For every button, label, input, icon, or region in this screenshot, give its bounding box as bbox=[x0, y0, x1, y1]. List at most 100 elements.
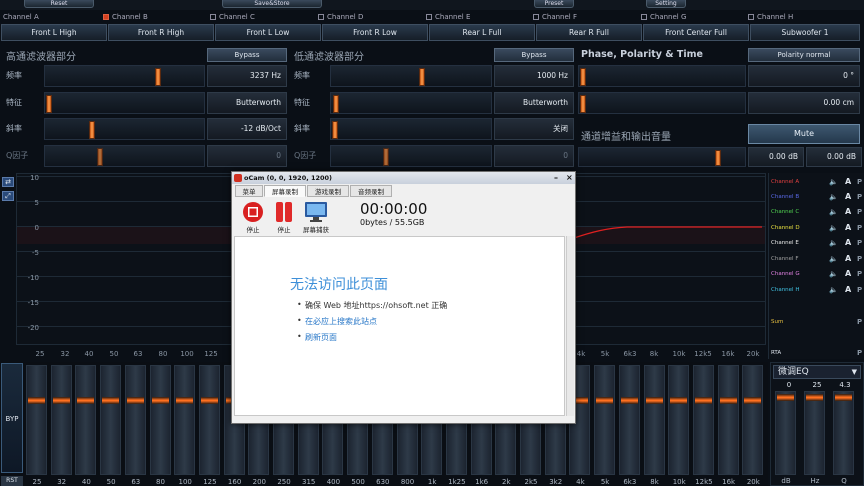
hpf-type-value[interactable]: Butterworth bbox=[207, 92, 287, 114]
sum-p-toggle[interactable]: P bbox=[857, 315, 862, 329]
slider-thumb[interactable] bbox=[580, 95, 586, 113]
eq-reset-button[interactable]: RST bbox=[1, 476, 23, 486]
checkbox-icon[interactable] bbox=[318, 14, 324, 20]
output-rear-l-full[interactable]: Rear L Full bbox=[429, 24, 535, 41]
slider-thumb[interactable] bbox=[89, 121, 95, 139]
rta-p-toggle[interactable]: P bbox=[857, 346, 862, 360]
lpf-bypass-button[interactable]: Bypass bbox=[494, 48, 574, 62]
eq-fader-20k[interactable] bbox=[742, 365, 764, 475]
hpf-bypass-button[interactable]: Bypass bbox=[207, 48, 287, 62]
fader-thumb[interactable] bbox=[670, 397, 688, 404]
legend-item-c[interactable]: Channel C 🔈 A P bbox=[771, 205, 864, 219]
speaker-icon[interactable]: 🔈 bbox=[829, 283, 838, 297]
output-front-l-low[interactable]: Front L Low bbox=[215, 24, 321, 41]
screen-capture-icon[interactable] bbox=[304, 201, 328, 223]
speaker-icon[interactable]: 🔈 bbox=[829, 252, 838, 266]
fine-eq-q-value[interactable]: 4.3 bbox=[831, 381, 859, 389]
legend-rta[interactable]: RTA P bbox=[771, 346, 864, 360]
eq-fader-8k[interactable] bbox=[643, 365, 665, 475]
eq-fader-16k[interactable] bbox=[717, 365, 739, 475]
fader-thumb[interactable] bbox=[777, 394, 794, 401]
slider-thumb[interactable] bbox=[155, 68, 161, 86]
eq-fader-25[interactable] bbox=[26, 365, 47, 475]
slider-thumb[interactable] bbox=[715, 150, 721, 166]
ocam-window[interactable]: oCam (0, 0, 1920, 1200) – × 菜单 屏幕录制 游戏录制… bbox=[231, 171, 576, 424]
legend-item-b[interactable]: Channel B 🔈 A P bbox=[771, 190, 864, 204]
lpf-slope-slider[interactable] bbox=[330, 118, 492, 140]
reset-button[interactable]: Reset bbox=[24, 0, 94, 8]
gain-slider[interactable] bbox=[578, 147, 746, 167]
pause-icon[interactable] bbox=[273, 201, 295, 223]
legend-item-d[interactable]: Channel D 🔈 A P bbox=[771, 221, 864, 235]
fader-thumb[interactable] bbox=[28, 397, 45, 404]
slider-thumb[interactable] bbox=[419, 68, 425, 86]
checkbox-icon[interactable] bbox=[533, 14, 539, 20]
channel-tab-g[interactable]: Channel G bbox=[641, 11, 686, 23]
phase-angle-slider[interactable] bbox=[578, 65, 746, 87]
slider-thumb[interactable] bbox=[97, 148, 103, 166]
slider-thumb[interactable] bbox=[46, 95, 52, 113]
hpf-slope-value[interactable]: -12 dB/Oct bbox=[207, 118, 287, 140]
slider-thumb[interactable] bbox=[332, 121, 338, 139]
polarity-button[interactable]: Polarity normal bbox=[748, 48, 860, 62]
fader-thumb[interactable] bbox=[200, 397, 218, 404]
tab-audio-record[interactable]: 音频录制 bbox=[350, 185, 392, 197]
refresh-link[interactable]: • 刷新页面 bbox=[297, 332, 337, 343]
lpf-freq-value[interactable]: 1000 Hz bbox=[494, 65, 574, 87]
fader-thumb[interactable] bbox=[645, 397, 663, 404]
fader-thumb[interactable] bbox=[151, 397, 169, 404]
close-icon[interactable]: × bbox=[566, 172, 573, 184]
legend-a-toggle[interactable]: A bbox=[845, 267, 851, 281]
fine-eq-freq-value[interactable]: 25 bbox=[803, 381, 831, 389]
link-icon[interactable]: ⤢ bbox=[2, 191, 14, 201]
hpf-freq-slider[interactable] bbox=[44, 65, 205, 87]
save-store-button[interactable]: Save&Store bbox=[222, 0, 322, 8]
speaker-icon[interactable]: 🔈 bbox=[829, 267, 838, 281]
hpf-q-slider[interactable] bbox=[44, 145, 205, 167]
phase-angle-value[interactable]: 0 ° bbox=[748, 65, 860, 87]
gain-value-2[interactable]: 0.00 dB bbox=[806, 147, 862, 167]
channel-tab-b[interactable]: Channel B bbox=[103, 11, 148, 23]
legend-a-toggle[interactable]: A bbox=[845, 221, 851, 235]
eq-fader-100[interactable] bbox=[174, 365, 196, 475]
channel-tab-c[interactable]: Channel C bbox=[210, 11, 255, 23]
tab-screen-record[interactable]: 屏幕录制 bbox=[264, 185, 306, 197]
mute-button[interactable]: Mute bbox=[748, 124, 860, 144]
fader-thumb[interactable] bbox=[176, 397, 194, 404]
eq-fader-40[interactable] bbox=[75, 365, 97, 475]
legend-a-toggle[interactable]: A bbox=[845, 252, 851, 266]
channel-tab-f[interactable]: Channel F bbox=[533, 11, 577, 23]
gain-value-1[interactable]: 0.00 dB bbox=[748, 147, 804, 167]
legend-p-toggle[interactable]: P bbox=[857, 205, 862, 219]
legend-sum[interactable]: Sum P bbox=[771, 315, 864, 329]
eq-fader-63[interactable] bbox=[124, 365, 146, 475]
eq-fader-125[interactable] bbox=[198, 365, 220, 475]
legend-a-toggle[interactable]: A bbox=[845, 190, 851, 204]
legend-p-toggle[interactable]: P bbox=[857, 283, 862, 297]
eq-fader-5k[interactable] bbox=[594, 365, 616, 475]
eq-fader-50[interactable] bbox=[100, 365, 122, 475]
channel-tab-a[interactable]: Channel A bbox=[3, 11, 39, 23]
checkbox-icon[interactable] bbox=[103, 14, 109, 20]
channel-tab-h[interactable]: Channel H bbox=[748, 11, 793, 23]
eq-fader-32[interactable] bbox=[50, 365, 72, 475]
search-bing-link[interactable]: • 在必应上搜索此站点 bbox=[297, 316, 377, 327]
fine-eq-freq-fader[interactable] bbox=[804, 391, 825, 475]
legend-p-toggle[interactable]: P bbox=[857, 221, 862, 235]
fader-thumb[interactable] bbox=[719, 397, 737, 404]
fader-thumb[interactable] bbox=[52, 397, 70, 404]
fine-eq-gain-fader[interactable] bbox=[775, 391, 796, 475]
preset-button[interactable]: Preset bbox=[534, 0, 574, 8]
setting-button[interactable]: Setting bbox=[646, 0, 686, 8]
legend-item-e[interactable]: Channel E 🔈 A P bbox=[771, 236, 864, 250]
speaker-icon[interactable]: 🔈 bbox=[829, 221, 838, 235]
fader-thumb[interactable] bbox=[102, 397, 120, 404]
minimize-icon[interactable]: – bbox=[554, 172, 558, 184]
link-text[interactable]: 在必应上搜索此站点 bbox=[305, 317, 377, 326]
lpf-type-slider[interactable] bbox=[330, 92, 492, 114]
legend-p-toggle[interactable]: P bbox=[857, 252, 862, 266]
delay-slider[interactable] bbox=[578, 92, 746, 114]
speaker-icon[interactable]: 🔈 bbox=[829, 205, 838, 219]
legend-a-toggle[interactable]: A bbox=[845, 205, 851, 219]
legend-p-toggle[interactable]: P bbox=[857, 190, 862, 204]
